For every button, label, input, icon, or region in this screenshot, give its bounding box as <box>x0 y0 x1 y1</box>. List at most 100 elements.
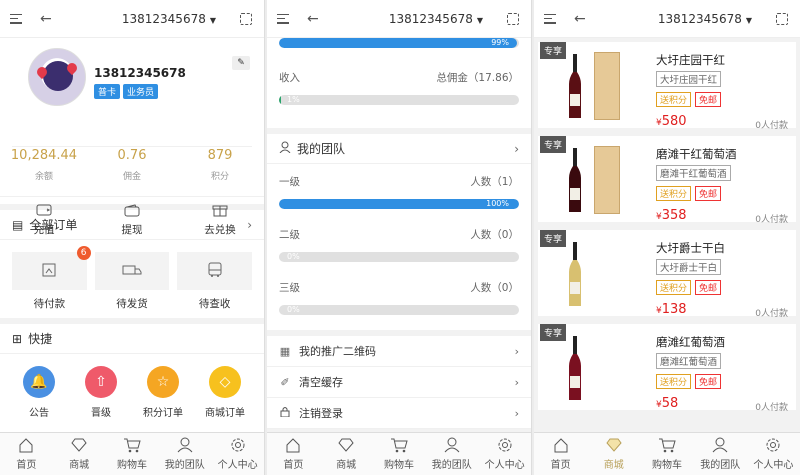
tab-home[interactable]: 首页 <box>0 433 53 475</box>
points-tag: 送积分 <box>656 92 692 107</box>
tab-cart[interactable]: 购物车 <box>373 433 426 475</box>
team-level-3-row: 三级 人数（0） <box>279 282 519 294</box>
order-label-pending-receipt: 待查收 <box>198 298 231 310</box>
quick-mall-orders[interactable]: ◇ 商城订单 <box>194 366 256 419</box>
wine-bottle-image <box>568 148 582 214</box>
menu-icon[interactable] <box>10 13 22 24</box>
gift-icon <box>176 203 264 217</box>
scan-icon[interactable] <box>776 12 788 25</box>
stat-balance[interactable]: 10,284.44 余额 <box>0 148 88 182</box>
tab-cart[interactable]: 购物车 <box>640 433 693 475</box>
account-selector[interactable]: 13812345678 ▼ <box>658 12 752 26</box>
menu-clear-cache[interactable]: ✐ 清空缓存 › <box>267 367 531 398</box>
scan-icon[interactable] <box>240 12 252 25</box>
menu-icon[interactable] <box>277 13 289 24</box>
product-card[interactable]: 专享 大圩庄园干红 大圩庄园干红 送积分 免邮 ¥580 0人付款 <box>538 42 796 131</box>
redeem-button[interactable]: 去兑换 <box>176 203 264 237</box>
product-name: 大圩庄园干红 <box>656 53 725 67</box>
account-actions: 充值 提现 去兑换 <box>0 196 264 237</box>
product-card[interactable]: 专享 磨滩红葡萄酒 磨滩红葡萄酒 送积分 免邮 ¥58 0人付款 <box>538 324 796 413</box>
tab-profile[interactable]: 个人中心 <box>478 433 531 475</box>
product-name: 磨滩红葡萄酒 <box>656 335 725 349</box>
back-arrow-icon[interactable]: ← <box>307 11 319 27</box>
order-pending-receipt[interactable] <box>177 252 253 290</box>
account-selector[interactable]: 13812345678 ▼ <box>122 12 216 26</box>
account-phone: 13812345678 <box>121 11 206 26</box>
account-phone: 13812345678 <box>657 11 742 26</box>
broom-icon: ✐ <box>280 375 290 389</box>
exclusive-tag: 专享 <box>540 324 567 341</box>
avatar[interactable] <box>28 48 86 106</box>
diamond-icon: ◇ <box>209 366 241 398</box>
tab-mall[interactable]: 商城 <box>53 433 106 475</box>
menu-icon[interactable] <box>544 13 556 24</box>
wine-bottle-image <box>568 54 582 120</box>
tab-bar: 首页 商城 购物车 我的团队 个人中心 <box>0 432 264 475</box>
product-subtitle: 磨滩干红葡萄酒 <box>656 165 731 181</box>
tab-mall[interactable]: 商城 <box>320 433 373 475</box>
profile-card: 13812345678 普卡 业务员 ✎ 10,284.44 余额 0.76 佣金 … <box>0 38 264 236</box>
recharge-button[interactable]: 充值 <box>0 203 88 237</box>
username: 13812345678 <box>94 66 186 80</box>
diamond-icon <box>337 437 355 453</box>
tab-team[interactable]: 我的团队 <box>425 433 478 475</box>
team-screen: ← 13812345678 ▼ 99% 收入 总佣金（17.86） 1% 我的团队… <box>267 0 532 475</box>
order-label-pending-shipment: 待发货 <box>116 298 148 310</box>
product-price: ¥138 <box>656 302 687 317</box>
menu-logout[interactable]: 注销登录 › <box>267 398 531 429</box>
wallet-icon <box>0 203 88 217</box>
top-bar: ← 13812345678 ▼ <box>534 0 800 38</box>
tab-home[interactable]: 首页 <box>267 433 320 475</box>
tab-cart[interactable]: 购物车 <box>106 433 159 475</box>
tab-profile[interactable]: 个人中心 <box>747 433 800 475</box>
mall-screen: ← 13812345678 ▼ 专享 大圩庄园干红 大圩庄园干红 送积分 免邮 ¥… <box>534 0 800 475</box>
team-header[interactable]: 我的团队 › <box>267 134 531 164</box>
product-price: ¥580 <box>656 114 687 129</box>
tab-home[interactable]: 首页 <box>534 433 587 475</box>
account-stats: 10,284.44 余额 0.76 佣金 879 积分 <box>0 148 264 182</box>
income-bar-label: 1% <box>287 95 300 104</box>
account-selector[interactable]: 13812345678 ▼ <box>389 12 483 26</box>
stat-commission[interactable]: 0.76 佣金 <box>88 148 176 182</box>
product-tags: 送积分 免邮 <box>656 280 722 295</box>
paid-count: 0人付款 <box>755 309 788 319</box>
product-card[interactable]: 专享 磨滩干红葡萄酒 磨滩干红葡萄酒 送积分 免邮 ¥358 0人付款 <box>538 136 796 225</box>
scan-icon[interactable] <box>507 12 519 25</box>
tab-mall[interactable]: 商城 <box>587 433 640 475</box>
withdraw-button[interactable]: 提现 <box>88 203 176 237</box>
product-card[interactable]: 专享 大圩爵士干白 大圩爵士干白 送积分 免邮 ¥138 0人付款 <box>538 230 796 319</box>
gear-icon <box>496 437 514 453</box>
tab-profile[interactable]: 个人中心 <box>211 433 264 475</box>
tab-team[interactable]: 我的团队 <box>694 433 747 475</box>
menu-qr-code[interactable]: ▦ 我的推广二维码 › <box>267 336 531 367</box>
free-shipping-tag: 免邮 <box>695 280 722 295</box>
wine-bottle-image <box>568 242 582 308</box>
chevron-right-icon: › <box>514 406 519 420</box>
team-card: 我的团队 › 一级 人数（1） 100% 二级 人数（0） 0% 三级 人数（0） 0… <box>267 134 531 330</box>
product-tags: 送积分 免邮 <box>656 186 722 201</box>
order-status-tiles: 6 <box>0 240 264 296</box>
cart-icon <box>390 437 408 453</box>
star-icon: ☆ <box>147 366 179 398</box>
quick-points-orders[interactable]: ☆ 积分订单 <box>132 366 194 419</box>
product-price: ¥358 <box>656 208 687 223</box>
pay-icon <box>41 263 57 280</box>
back-arrow-icon[interactable]: ← <box>574 11 586 27</box>
level-badge: 普卡 <box>94 84 121 99</box>
order-pending-payment[interactable]: 6 <box>12 246 91 290</box>
order-pending-shipment[interactable] <box>94 252 170 290</box>
tab-team[interactable]: 我的团队 <box>158 433 211 475</box>
team-level-1-bar: 100% <box>279 199 519 209</box>
quick-upgrade[interactable]: ⇧ 晋级 <box>70 366 132 419</box>
quick-title: 快捷 <box>28 332 53 346</box>
top-bar: ← 13812345678 ▼ <box>267 0 531 38</box>
stat-points[interactable]: 879 积分 <box>176 148 264 182</box>
exclusive-tag: 专享 <box>540 136 567 153</box>
points-tag: 送积分 <box>656 280 692 295</box>
edit-icon[interactable]: ✎ <box>232 56 250 70</box>
product-name: 大圩爵士干白 <box>656 241 725 255</box>
exclusive-tag: 专享 <box>540 42 567 59</box>
quick-notice[interactable]: 🔔 公告 <box>8 366 70 419</box>
back-arrow-icon[interactable]: ← <box>40 11 52 27</box>
product-list: 专享 大圩庄园干红 大圩庄园干红 送积分 免邮 ¥580 0人付款 专享 磨滩干… <box>534 42 800 413</box>
